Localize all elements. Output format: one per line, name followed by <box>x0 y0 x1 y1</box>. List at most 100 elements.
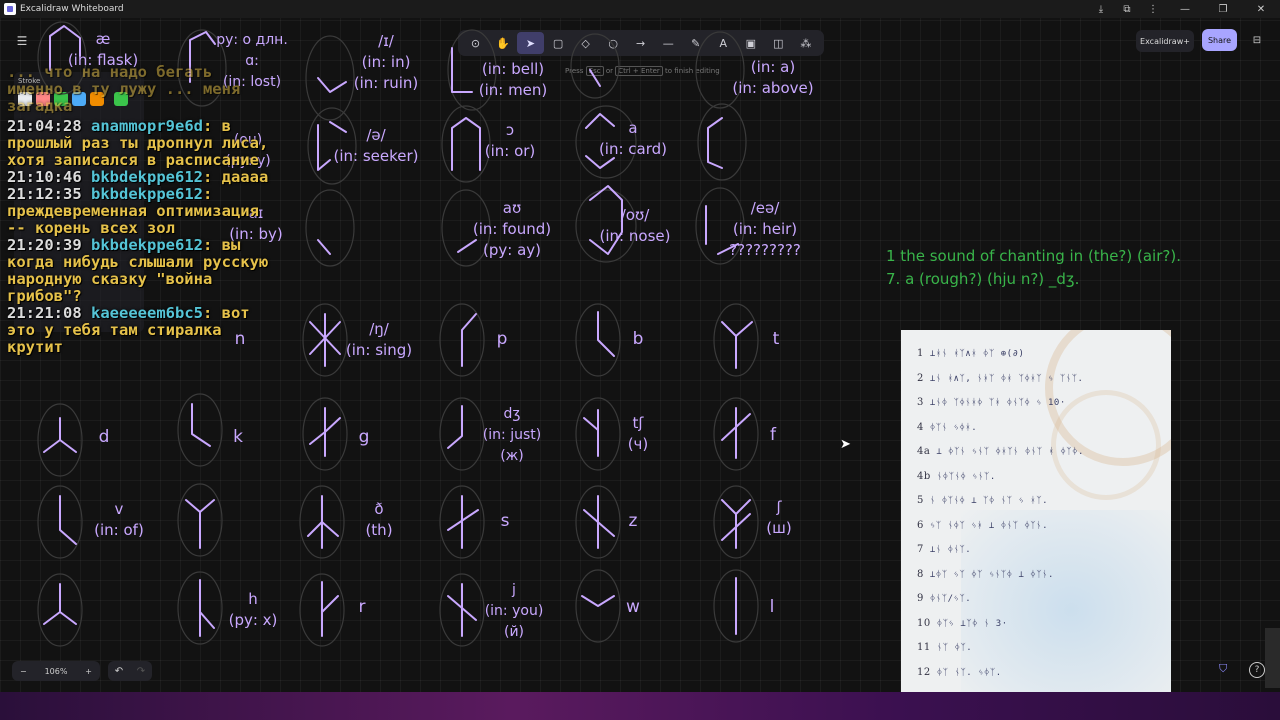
glyph-label[interactable]: s <box>501 511 510 531</box>
glyph-stroke[interactable] <box>307 495 339 549</box>
glyph-label[interactable]: f <box>770 425 777 445</box>
glyph-stroke[interactable] <box>721 499 751 549</box>
chat-time: 21:12:35 <box>7 185 91 203</box>
glyph-label[interactable]: w <box>626 597 640 617</box>
glyph-stroke[interactable] <box>185 499 215 549</box>
glyph-stroke[interactable] <box>191 403 211 447</box>
glyph-label[interactable]: l <box>770 597 775 617</box>
chat-user: bkbdekppe612 <box>91 185 203 203</box>
glyph-label[interactable]: ʃ (ш) <box>766 498 791 537</box>
paper-row-glyphs: ᛄᛉ ᚾᛉ. ᛃᛄᛉ. <box>936 667 1002 678</box>
glyph-label[interactable]: /ŋ/(in: sing) <box>346 320 412 359</box>
glyph-circle[interactable] <box>570 33 620 99</box>
glyph-label[interactable]: d <box>99 427 110 447</box>
paper-row-glyphs: ⊥ᚾ ᚼ∧ᛉ, ᚾᚼᛉ ᛄᚼ ᛉᛄᚼᛉ ᛃ ᛉᚾᛉ. <box>929 373 1084 384</box>
glyph-label[interactable]: dʒ (in: just) (ж) <box>483 406 541 464</box>
glyph-label[interactable]: tʃ (ч) <box>628 414 649 453</box>
glyph-circle[interactable] <box>177 393 223 467</box>
glyph-label[interactable]: /eə/(in: heir)????????? <box>729 199 801 259</box>
chat-message: 21:10:46 bkbdekppe612: даааа <box>7 169 269 186</box>
glyph-stroke[interactable] <box>451 117 481 171</box>
glyph-label[interactable]: ɔ (in: or) <box>485 121 536 160</box>
glyph-stroke[interactable] <box>447 495 479 549</box>
glyph-stroke[interactable] <box>457 239 477 253</box>
chat-message: 21:04:28 anammopr9e6d: в прошлый раз ты … <box>7 118 269 169</box>
paper-row: 4b ᚾᛄᛉᚾᛄ ᛃᚾᛉ. <box>917 471 996 482</box>
glyph-stroke[interactable] <box>199 579 215 637</box>
paper-row-number: 4a <box>917 446 931 457</box>
paper-row: 1 ⊥ᚼᚾ ᚼᛉ∧ᚼ ᛄᛉ ⊕(∂) <box>917 348 1024 359</box>
glyph-stroke[interactable] <box>309 407 341 457</box>
glyph-stroke[interactable] <box>583 409 599 457</box>
glyph-label[interactable]: h (ру: х) <box>229 590 278 629</box>
glyph-stroke[interactable] <box>317 77 347 93</box>
glyph-label[interactable]: t <box>773 329 780 349</box>
glyph-label[interactable]: ð (th) <box>365 500 392 539</box>
glyph-label[interactable]: (in: bell) (in: men) <box>479 60 548 99</box>
glyph-label[interactable]: k <box>233 427 243 447</box>
zoom-level[interactable]: 106% <box>45 667 68 676</box>
paper-row: 11 ᚾᛉ ᛄᛉ. <box>917 642 972 653</box>
glyph-stroke[interactable] <box>321 581 339 637</box>
undo-icon[interactable]: ↶ <box>115 666 123 677</box>
glyph-label[interactable]: r <box>359 597 366 617</box>
glyph-stroke[interactable] <box>583 495 615 549</box>
glyph-stroke[interactable] <box>461 313 477 367</box>
zoom-in-button[interactable]: + <box>85 667 92 676</box>
blue-wash <box>961 510 1171 692</box>
glyph-stroke[interactable] <box>721 407 751 459</box>
paper-row-number: 2 <box>917 372 924 384</box>
paper-row-glyphs: ᛄᚾᛉ/ᛃᛉ. <box>929 594 972 604</box>
glyph-stroke[interactable] <box>447 583 477 637</box>
glyph-label[interactable]: /ɪ/(in: in) (in: ruin) <box>354 32 419 92</box>
paper-row-number: 7 <box>917 544 924 555</box>
paper-row: 12 ᛄᛉ ᚾᛉ. ᛃᛄᛉ. <box>917 667 1002 678</box>
glyph-label[interactable]: z <box>629 511 638 531</box>
glyph-stroke[interactable] <box>317 239 331 255</box>
paper-row-glyphs: ⊥ᚾ ᛄᚾᛉ. <box>929 545 972 555</box>
chat-message: 21:12:35 bkbdekppe612: преждевременная о… <box>7 186 269 237</box>
paper-row-number: 12 <box>917 666 931 678</box>
glyph-label[interactable]: /oʊ/(in: nose) <box>600 206 671 245</box>
help-icon[interactable]: ? <box>1249 662 1265 678</box>
glyph-stroke[interactable] <box>59 495 77 545</box>
glyph-label[interactable]: b <box>633 329 644 349</box>
chat-message: 21:21:08 kaeeeeem6bc5: вот это у тебя та… <box>7 305 269 356</box>
glyph-stroke[interactable] <box>707 117 723 169</box>
paper-row-glyphs: ⊥ᚼᚾ ᚼᛉ∧ᚼ ᛄᛉ ⊕(∂) <box>929 349 1025 359</box>
glyph-stroke[interactable] <box>581 595 615 607</box>
glyph-stroke[interactable] <box>43 417 77 453</box>
glyph-stroke[interactable] <box>451 47 473 93</box>
paper-row-glyphs: ᚾᛄᛉᚾᛄ ᛃᚾᛉ. <box>936 471 996 482</box>
note-line-1: 1 the sound of chanting in (the?) (air?)… <box>886 247 1181 265</box>
glyph-label[interactable]: (in: a) (in: above) <box>732 58 813 97</box>
paper-row-glyphs: ᛃᛉ ᚾᛄᛉ ᛃᚼ ⊥ ᛄᚾᛉ ᛄᛉᚾ. <box>929 520 1049 531</box>
glyph-label[interactable]: p <box>497 329 508 349</box>
redo-icon[interactable]: ↷ <box>137 666 145 677</box>
undo-redo-controls: ↶ ↷ <box>108 661 152 681</box>
glyph-label[interactable]: g <box>359 427 370 447</box>
glyph-stroke[interactable] <box>589 69 601 87</box>
glyph-stroke[interactable] <box>721 321 753 369</box>
glyph-stroke[interactable] <box>597 311 615 357</box>
glyph-stroke[interactable] <box>43 583 77 625</box>
glyph-stroke[interactable] <box>447 405 463 449</box>
paper-row-glyphs: ᚾᛉ ᛄᛉ. <box>936 643 973 653</box>
glyph-circle[interactable] <box>305 35 355 121</box>
paper-row: 7 ⊥ᚾ ᛄᚾᛉ. <box>917 544 971 555</box>
paper-row-number: 10 <box>917 617 931 629</box>
paper-row-glyphs: ⊥ᚾᛄ ᛉᛄᚾᚼᛄ ᛉᚼ ᛄᚾᛉᛄ ᛃ 10· <box>929 398 1066 408</box>
shield-icon[interactable]: ⛉ <box>1219 662 1235 678</box>
chat-user: bkbdekppe612 <box>91 236 203 254</box>
chat-time: 21:20:39 <box>7 236 91 254</box>
paper-row-number: 5 <box>917 495 924 506</box>
glyph-label[interactable]: a (in: card) <box>599 119 667 158</box>
glyph-label[interactable]: v (in: of) <box>94 500 144 539</box>
glyph-label[interactable]: j (in: you) (й) <box>485 582 544 640</box>
zoom-out-button[interactable]: − <box>20 667 27 676</box>
glyph-stroke[interactable] <box>309 313 341 367</box>
glyph-label[interactable]: aʊ (in: found) (ру: ау) <box>473 199 551 259</box>
chat-user: bkbdekppe612 <box>91 168 203 186</box>
paper-row-number: 6 <box>917 519 924 531</box>
scanned-paper-image[interactable]: 1 ⊥ᚼᚾ ᚼᛉ∧ᚼ ᛄᛉ ⊕(∂) 2 ⊥ᚾ ᚼ∧ᛉ, ᚾᚼᛉ ᛄᚼ ᛉᛄᚼᛉ ᛃ … <box>901 330 1171 692</box>
